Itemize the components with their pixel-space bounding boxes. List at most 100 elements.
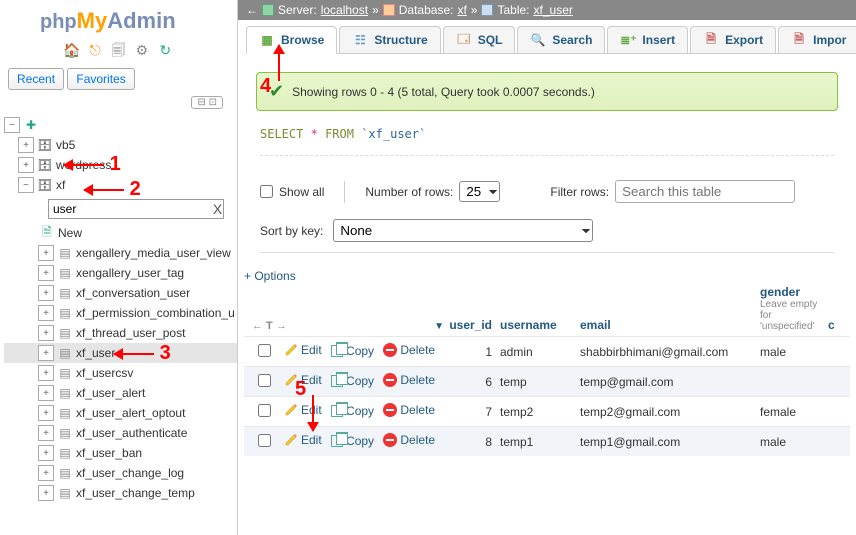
sort-arrows-icon[interactable]: ← T → — [252, 320, 287, 332]
tab-insert[interactable]: ≣⁺Insert — [607, 26, 688, 53]
minus-icon[interactable]: − — [4, 117, 20, 133]
sql-icon: 🗔 — [456, 32, 472, 48]
tree-table-xf_user[interactable]: + ▤ xf_user — [4, 343, 237, 363]
filter-rows-input[interactable] — [615, 180, 795, 203]
tree-table-xf_user_alert_optout[interactable]: + ▤ xf_user_alert_optout — [4, 403, 237, 423]
tree-table-xf_usercsv[interactable]: + ▤ xf_usercsv — [4, 363, 237, 383]
show-all-checkbox[interactable] — [260, 185, 273, 198]
plus-icon[interactable]: + — [38, 485, 54, 501]
header-c[interactable]: c — [820, 318, 835, 332]
delete-link[interactable]: Delete — [383, 433, 435, 447]
minus-icon[interactable]: − — [18, 177, 34, 193]
delete-link[interactable]: Delete — [383, 373, 435, 387]
plus-icon[interactable]: + — [38, 285, 54, 301]
tree-table-xf_permission_combination_u[interactable]: + ▤ xf_permission_combination_u — [4, 303, 237, 323]
options-toggle[interactable]: + Options — [244, 269, 856, 283]
tab-structure[interactable]: ☷Structure — [339, 26, 440, 53]
copy-link[interactable]: Copy — [331, 434, 374, 448]
sort-select[interactable]: None — [333, 219, 593, 242]
row-checkbox[interactable] — [258, 374, 271, 387]
header-gender[interactable]: gender — [760, 285, 820, 299]
pencil-icon — [284, 433, 298, 447]
bc-db[interactable]: xf — [457, 3, 466, 17]
sidebar: phpMyAdmin 🏠 ⎋ 🗐 ⚙ ↻ Recent Favorites ⊟ … — [0, 0, 238, 535]
tree-table-xf_user_ban[interactable]: + ▤ xf_user_ban — [4, 443, 237, 463]
delete-link[interactable]: Delete — [383, 403, 435, 417]
plus-icon[interactable]: + — [38, 345, 54, 361]
num-rows-label: Number of rows: — [365, 185, 453, 199]
tabs: ▦Browse ☷Structure 🗔SQL 🔍Search ≣⁺Insert… — [246, 26, 856, 54]
cell-user-id: 8 — [444, 435, 500, 449]
tree-table-xf_user_alert[interactable]: + ▤ xf_user_alert — [4, 383, 237, 403]
header-user-id[interactable]: user_id — [444, 318, 500, 332]
tab-export[interactable]: 🗎Export — [690, 26, 776, 53]
plus-icon[interactable]: + — [38, 405, 54, 421]
tab-import[interactable]: 🗎Impor — [778, 26, 856, 53]
plus-icon[interactable]: + — [38, 385, 54, 401]
tree-db-xf[interactable]: − 🗄 xf — [4, 175, 237, 195]
sort-caret-icon[interactable]: ▼ — [434, 321, 444, 332]
plus-icon[interactable]: + — [38, 465, 54, 481]
db-tree: − ✚ + 🗄 vb5 + 🗄 wordpress − 🗄 xf X — [0, 115, 237, 503]
tree-table-xengallery_user_tag[interactable]: + ▤ xengallery_user_tag — [4, 263, 237, 283]
tree-label: xf_user_alert_optout — [74, 406, 185, 420]
recent-button[interactable]: Recent — [8, 68, 64, 90]
tree-table-xf_user_authenticate[interactable]: + ▤ xf_user_authenticate — [4, 423, 237, 443]
bc-server[interactable]: localhost — [321, 3, 368, 17]
row-checkbox[interactable] — [258, 344, 271, 357]
favorites-button[interactable]: Favorites — [67, 68, 134, 90]
table-filter[interactable]: X — [48, 199, 224, 219]
docs-icon[interactable]: 🗐 — [110, 40, 128, 56]
plus-icon[interactable]: + — [38, 265, 54, 281]
cell-user-id: 7 — [444, 405, 500, 419]
plus-icon[interactable]: + — [38, 305, 54, 321]
header-username[interactable]: username — [500, 318, 580, 332]
collapse-button[interactable]: ⊟ ⊡ — [191, 96, 223, 109]
tree-label: xf_thread_user_post — [74, 326, 185, 340]
tree-table-xengallery_media_user_view[interactable]: + ▤ xengallery_media_user_view — [4, 243, 237, 263]
tab-search[interactable]: 🔍Search — [517, 26, 605, 53]
edit-link[interactable]: Edit — [284, 433, 322, 447]
cell-username: temp2 — [500, 405, 580, 419]
plus-icon[interactable]: + — [18, 157, 34, 173]
tree-new[interactable]: − ✚ — [4, 115, 237, 135]
num-rows-select[interactable]: 25 — [459, 181, 500, 202]
cell-user-id: 6 — [444, 375, 500, 389]
copy-link[interactable]: Copy — [331, 374, 374, 388]
delete-icon — [383, 433, 397, 447]
logo: phpMyAdmin — [0, 0, 237, 38]
settings-icon[interactable]: ⚙ — [133, 42, 151, 58]
delete-link[interactable]: Delete — [383, 343, 435, 357]
edit-link[interactable]: Edit — [284, 403, 322, 417]
table-filter-input[interactable] — [49, 200, 212, 218]
plus-icon[interactable]: + — [18, 137, 34, 153]
table-icon: ▤ — [56, 446, 74, 460]
pencil-icon — [284, 403, 298, 417]
tree-db-wordpress[interactable]: + 🗄 wordpress — [4, 155, 237, 175]
copy-link[interactable]: Copy — [331, 344, 374, 358]
reload-icon[interactable]: ↻ — [156, 42, 174, 58]
tab-browse[interactable]: ▦Browse — [246, 26, 337, 54]
plus-icon[interactable]: + — [38, 445, 54, 461]
tab-sql[interactable]: 🗔SQL — [443, 26, 516, 53]
plus-icon[interactable]: + — [38, 365, 54, 381]
plus-icon[interactable]: + — [38, 325, 54, 341]
tree-table-xf_user_change_log[interactable]: + ▤ xf_user_change_log — [4, 463, 237, 483]
plus-icon[interactable]: + — [38, 425, 54, 441]
tree-table-xf_thread_user_post[interactable]: + ▤ xf_thread_user_post — [4, 323, 237, 343]
home-icon[interactable]: 🏠 — [63, 42, 81, 58]
header-email[interactable]: email — [580, 318, 760, 332]
plus-icon[interactable]: + — [38, 245, 54, 261]
edit-link[interactable]: Edit — [284, 343, 322, 357]
tree-table-xf_user_change_temp[interactable]: + ▤ xf_user_change_temp — [4, 483, 237, 503]
bc-table[interactable]: xf_user — [534, 3, 573, 17]
clear-filter-icon[interactable]: X — [212, 201, 223, 217]
tree-db-vb5[interactable]: + 🗄 vb5 — [4, 135, 237, 155]
tree-table-xf_conversation_user[interactable]: + ▤ xf_conversation_user — [4, 283, 237, 303]
logout-icon[interactable]: ⎋ — [86, 42, 104, 58]
edit-link[interactable]: Edit — [284, 373, 322, 387]
row-checkbox[interactable] — [258, 404, 271, 417]
row-checkbox[interactable] — [258, 434, 271, 447]
copy-link[interactable]: Copy — [331, 404, 374, 418]
tree-new-table[interactable]: 🗎 New — [4, 223, 237, 243]
